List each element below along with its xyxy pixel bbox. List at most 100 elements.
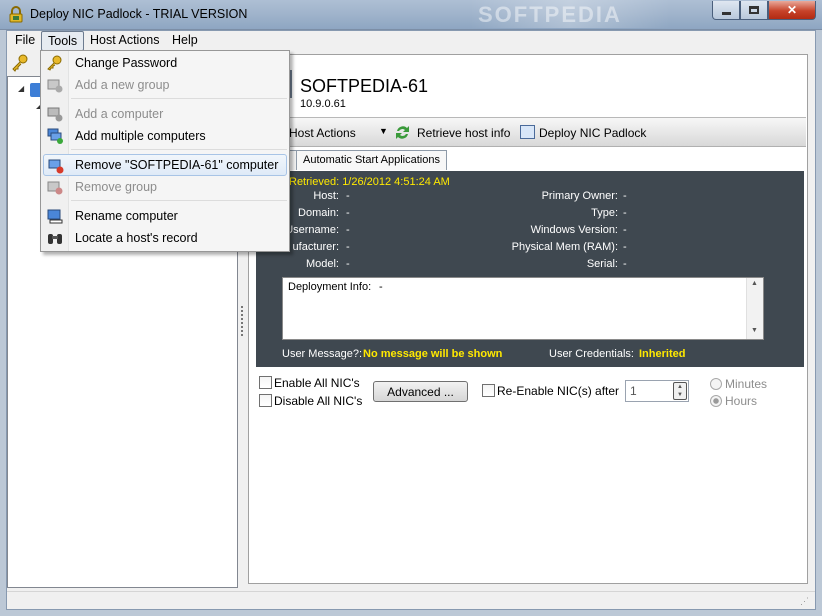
menu-separator bbox=[71, 98, 287, 99]
advanced-button[interactable]: Advanced ... bbox=[373, 381, 468, 402]
tree-expand-icon[interactable]: ◢ bbox=[18, 84, 24, 93]
info-value: - bbox=[623, 207, 627, 219]
menu-item-label: Add multiple computers bbox=[75, 129, 206, 143]
menu-item-label: Rename computer bbox=[75, 209, 178, 223]
menu-file[interactable]: File bbox=[9, 31, 41, 51]
hours-label: Hours bbox=[725, 394, 758, 408]
menu-item-label: Add a computer bbox=[75, 107, 164, 121]
info-label: Physical Mem (RAM): bbox=[511, 241, 618, 253]
deployment-scrollbar[interactable]: ▲ ▼ bbox=[746, 278, 763, 339]
maximize-button[interactable] bbox=[740, 1, 768, 20]
menu-item-rename-computer[interactable]: Rename computer bbox=[43, 205, 287, 227]
info-value: - bbox=[346, 224, 350, 236]
refresh-icon[interactable] bbox=[394, 124, 411, 141]
close-button[interactable]: ✕ bbox=[768, 1, 816, 20]
disable-all-nics-label: Disable All NIC's bbox=[274, 394, 363, 408]
info-label: Serial: bbox=[586, 258, 618, 270]
info-value: - bbox=[623, 241, 627, 253]
remove-computer-icon bbox=[48, 158, 64, 174]
remove-group-icon bbox=[47, 179, 63, 195]
user-message-label: User Message?: bbox=[282, 348, 363, 360]
menu-help[interactable]: Help bbox=[166, 31, 204, 51]
deploy-icon bbox=[520, 125, 535, 139]
hours-radio[interactable] bbox=[710, 395, 722, 407]
menu-item-add-computer[interactable]: Add a computer bbox=[43, 103, 287, 125]
info-label: Primary Owner: bbox=[541, 190, 618, 202]
resize-grip-icon[interactable]: ⋰ bbox=[800, 596, 809, 607]
menu-tools[interactable]: Tools bbox=[41, 31, 85, 51]
minutes-radio[interactable] bbox=[710, 378, 722, 390]
retrieve-host-info-button[interactable]: Retrieve host info bbox=[417, 126, 510, 140]
reenable-interval-stepper[interactable]: 1 ▲ ▼ bbox=[625, 380, 689, 402]
minimize-icon bbox=[721, 11, 731, 15]
menu-bar: File Tools Host Actions Help bbox=[7, 31, 815, 51]
info-value: - bbox=[346, 258, 350, 270]
user-message-value: No message will be shown bbox=[363, 348, 503, 360]
menu-host-actions[interactable]: Host Actions bbox=[84, 31, 165, 51]
stepper-arrows-icon[interactable]: ▲ ▼ bbox=[673, 382, 687, 400]
info-label: Type: bbox=[591, 207, 618, 219]
disable-all-nics-checkbox[interactable] bbox=[259, 394, 272, 407]
host-ip: 10.9.0.61 bbox=[300, 98, 346, 110]
menu-item-label: Remove group bbox=[75, 180, 157, 194]
close-icon: ✕ bbox=[786, 3, 798, 17]
menu-item-label: Remove "SOFTPEDIA-61" computer bbox=[75, 158, 279, 172]
menu-item-add-multiple-computers[interactable]: Add multiple computers bbox=[43, 125, 287, 147]
scroll-up-icon[interactable]: ▲ bbox=[751, 280, 758, 287]
menu-item-change-password[interactable]: Change Password bbox=[43, 52, 287, 74]
minimize-button[interactable] bbox=[712, 1, 740, 20]
tab-strip: Automatic Start Applications bbox=[250, 148, 806, 170]
menu-separator bbox=[71, 200, 287, 201]
add-computer-icon bbox=[47, 106, 63, 122]
minutes-label: Minutes bbox=[725, 377, 768, 391]
title-bar[interactable]: Deploy NIC Padlock - TRIAL VERSION SOFTP… bbox=[0, 0, 822, 30]
info-label: Model: bbox=[305, 258, 339, 270]
menu-item-remove-group[interactable]: Remove group bbox=[43, 176, 287, 198]
rename-computer-icon bbox=[47, 208, 63, 224]
add-multiple-computers-icon bbox=[47, 128, 63, 144]
reenable-nics-checkbox[interactable] bbox=[482, 384, 495, 397]
deployment-info-value: - bbox=[379, 281, 383, 293]
info-value: - bbox=[623, 224, 627, 236]
menu-separator bbox=[71, 149, 287, 150]
menu-item-remove-computer[interactable]: Remove "SOFTPEDIA-61" computer bbox=[43, 154, 287, 176]
deploy-nic-padlock-button[interactable]: Deploy NIC Padlock bbox=[539, 126, 646, 140]
stepper-value: 1 bbox=[630, 384, 637, 398]
menu-item-label: Locate a host's record bbox=[75, 231, 198, 245]
watermark: SOFTPEDIA bbox=[470, 0, 670, 28]
host-action-bar: Host Actions ▼ Retrieve host info Deploy… bbox=[250, 117, 806, 147]
menu-item-label: Change Password bbox=[75, 56, 178, 70]
scroll-down-icon[interactable]: ▼ bbox=[751, 327, 758, 334]
retrieved-timestamp: Retrieved: 1/26/2012 4:51:24 AM bbox=[289, 176, 450, 188]
info-value: - bbox=[346, 207, 350, 219]
menu-item-add-new-group[interactable]: Add a new group bbox=[43, 74, 287, 96]
dropdown-arrow-icon[interactable]: ▼ bbox=[379, 126, 388, 136]
info-value: - bbox=[623, 258, 627, 270]
user-credentials-value: Inherited bbox=[639, 348, 686, 360]
host-actions-button[interactable]: Host Actions bbox=[289, 126, 356, 140]
deployment-info-label: Deployment Info: bbox=[288, 281, 372, 293]
info-value: - bbox=[623, 190, 627, 202]
tab-automatic-start-applications[interactable]: Automatic Start Applications bbox=[296, 150, 447, 170]
tools-dropdown-menu: Change Password Add a new group Add a co… bbox=[40, 50, 290, 252]
add-group-icon bbox=[47, 77, 63, 93]
info-label: Windows Version: bbox=[530, 224, 618, 236]
deployment-info-box[interactable]: Deployment Info: - bbox=[282, 277, 764, 340]
info-value: - bbox=[346, 190, 350, 202]
enable-all-nics-label: Enable All NIC's bbox=[274, 376, 360, 390]
info-value: - bbox=[346, 241, 350, 253]
host-name: SOFTPEDIA-61 bbox=[300, 76, 429, 96]
reenable-nics-label: Re-Enable NIC(s) after bbox=[497, 384, 620, 398]
splitter-grip[interactable] bbox=[241, 306, 244, 336]
user-credentials-label: User Credentials: bbox=[549, 348, 634, 360]
enable-all-nics-checkbox[interactable] bbox=[259, 376, 272, 389]
padlock-app-icon bbox=[8, 6, 24, 23]
status-bar: ⋰ bbox=[7, 591, 815, 609]
maximize-icon bbox=[749, 6, 759, 14]
key-icon bbox=[47, 55, 63, 71]
menu-item-locate-host-record[interactable]: Locate a host's record bbox=[43, 227, 287, 249]
key-icon[interactable] bbox=[11, 54, 29, 72]
window-title: Deploy NIC Padlock - TRIAL VERSION bbox=[30, 7, 248, 21]
menu-item-label: Add a new group bbox=[75, 78, 170, 92]
binoculars-icon bbox=[47, 230, 63, 246]
